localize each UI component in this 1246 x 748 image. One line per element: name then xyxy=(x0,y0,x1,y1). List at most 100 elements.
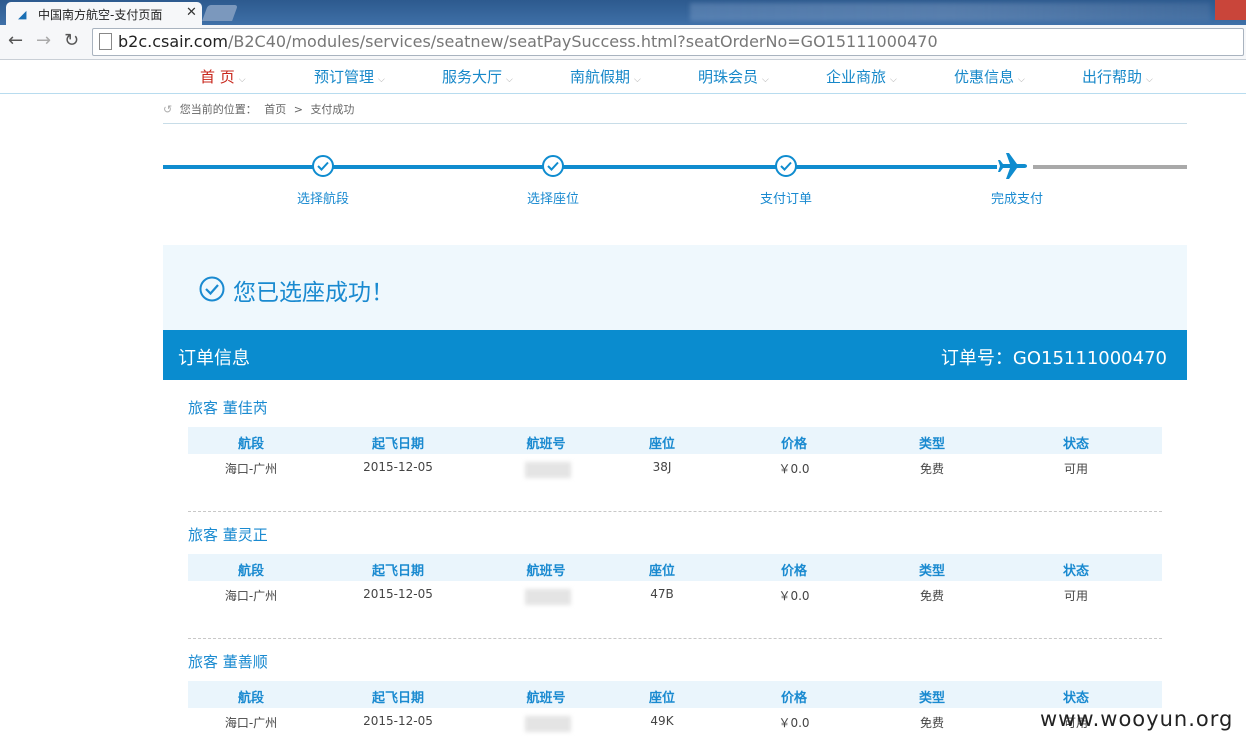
nav-item-business-travel[interactable]: 企业商旅 ⌵ xyxy=(826,66,897,87)
cell-status: 可用 xyxy=(1063,462,1088,476)
redacted-flight-number xyxy=(525,589,571,605)
reload-icon[interactable]: ↻ xyxy=(64,30,79,52)
success-banner: 您已选座成功！ xyxy=(163,245,1187,330)
nav-item-pearl-member[interactable]: 明珠会员 ⌵ xyxy=(698,66,769,87)
chevron-down-icon: ⌵ xyxy=(506,75,513,85)
header-segment: 航段 xyxy=(237,564,264,579)
breadcrumb: ↺ 您当前的位置： 首页 > 支付成功 xyxy=(163,101,1187,124)
header-status: 状态 xyxy=(1062,437,1089,452)
cell-price: ￥0.0 xyxy=(778,716,810,730)
header-price: 价格 xyxy=(780,437,807,452)
step-check-icon xyxy=(775,155,797,177)
forward-arrow-icon[interactable]: → xyxy=(36,30,51,52)
cell-segment: 海口-广州 xyxy=(224,589,278,603)
step-label-pay-order: 支付订单 xyxy=(759,192,812,207)
passenger-name: 旅客 董佳芮 xyxy=(188,399,268,417)
step-label-select-segment: 选择航段 xyxy=(296,192,349,207)
step-label-select-seat: 选择座位 xyxy=(526,192,579,207)
chevron-down-icon: ⌵ xyxy=(634,75,641,85)
airplane-icon xyxy=(998,153,1027,179)
watermark: www.wooyun.org xyxy=(1040,707,1234,731)
header-seat: 座位 xyxy=(648,437,675,452)
header-flight-no: 航班号 xyxy=(526,437,566,452)
redacted-flight-number xyxy=(525,716,571,732)
chevron-down-icon: ⌵ xyxy=(378,75,385,85)
table-row: 海口-广州 2015-12-05 49K ￥0.0 免费 可用 xyxy=(188,708,1162,736)
progress-line-remaining xyxy=(1033,165,1187,169)
cell-seat: 49K xyxy=(650,714,674,728)
window-close-button[interactable] xyxy=(1215,0,1246,20)
cell-price: ￥0.0 xyxy=(778,589,810,603)
breadcrumb-home-link[interactable]: 首页 xyxy=(264,103,286,116)
header-type: 类型 xyxy=(918,691,945,706)
header-status: 状态 xyxy=(1062,691,1089,706)
nav-item-booking-management[interactable]: 预订管理 ⌵ xyxy=(314,66,385,87)
dashed-divider xyxy=(188,511,1162,512)
header-flight-no: 航班号 xyxy=(526,691,566,706)
address-bar[interactable]: b2c.csair.com/B2C40/modules/services/sea… xyxy=(92,28,1244,56)
nav-item-holidays[interactable]: 南航假期 ⌵ xyxy=(570,66,641,87)
header-departure-date: 起飞日期 xyxy=(371,564,424,579)
redacted-flight-number xyxy=(525,462,571,478)
header-type: 类型 xyxy=(918,564,945,579)
dashed-divider xyxy=(188,638,1162,639)
cell-date: 2015-12-05 xyxy=(363,460,433,474)
table-row: 海口-广州 2015-12-05 47B ￥0.0 免费 可用 xyxy=(188,581,1162,609)
success-check-icon xyxy=(199,276,225,302)
step-label-complete-payment: 完成支付 xyxy=(990,192,1043,207)
browser-tab-bar: ◢ 中国南方航空-支付页面 ✕ xyxy=(0,0,1246,25)
cell-price: ￥0.0 xyxy=(778,462,810,476)
cell-date: 2015-12-05 xyxy=(363,714,433,728)
header-price: 价格 xyxy=(780,564,807,579)
tab-title: 中国南方航空-支付页面 xyxy=(38,8,163,22)
table-row: 海口-广州 2015-12-05 38J ￥0.0 免费 可用 xyxy=(188,454,1162,482)
new-tab-button[interactable] xyxy=(202,5,238,21)
chevron-down-icon: ⌵ xyxy=(1146,75,1153,85)
nav-item-travel-help[interactable]: 出行帮助 ⌵ xyxy=(1082,66,1153,87)
header-segment: 航段 xyxy=(237,691,264,706)
chevron-down-icon: ⌵ xyxy=(1018,75,1025,85)
site-nav: 首 页 ⌵ 预订管理 ⌵ 服务大厅 ⌵ 南航假期 ⌵ 明珠会员 ⌵ 企业商旅 ⌵ 优惠信息 ⌵… xyxy=(0,60,1246,94)
breadcrumb-prefix: 您当前的位置： xyxy=(179,103,257,116)
address-toolbar: ← → ↻ b2c.csair.com/B2C40/modules/servic… xyxy=(0,25,1246,60)
header-departure-date: 起飞日期 xyxy=(371,691,424,706)
step-check-icon xyxy=(542,155,564,177)
nav-item-service-hall[interactable]: 服务大厅 ⌵ xyxy=(442,66,513,87)
chevron-down-icon: ⌵ xyxy=(762,75,769,85)
airline-favicon-icon: ◢ xyxy=(18,8,27,21)
browser-tab[interactable]: ◢ 中国南方航空-支付页面 ✕ xyxy=(6,2,202,25)
cell-type: 免费 xyxy=(919,462,944,476)
header-seat: 座位 xyxy=(648,691,675,706)
header-type: 类型 xyxy=(918,437,945,452)
header-status: 状态 xyxy=(1062,564,1089,579)
back-arrow-icon[interactable]: ← xyxy=(8,30,23,52)
breadcrumb-current: 支付成功 xyxy=(310,103,355,116)
order-number: 订单号：GO15111000470 xyxy=(940,348,1167,369)
passenger-name: 旅客 董灵正 xyxy=(188,526,268,544)
breadcrumb-separator: > xyxy=(293,103,303,116)
page-icon xyxy=(99,33,112,50)
blurred-region xyxy=(690,3,1210,21)
step-check-icon xyxy=(312,155,334,177)
header-price: 价格 xyxy=(780,691,807,706)
chevron-down-icon: ⌵ xyxy=(890,75,897,85)
cell-seat: 47B xyxy=(650,587,674,601)
header-segment: 航段 xyxy=(237,437,264,452)
cell-date: 2015-12-05 xyxy=(363,587,433,601)
table-header-row: 航段 起飞日期 航班号 座位 价格 类型 状态 xyxy=(188,681,1162,708)
cell-type: 免费 xyxy=(919,716,944,730)
nav-item-promotions[interactable]: 优惠信息 ⌵ xyxy=(954,66,1025,87)
cell-status: 可用 xyxy=(1063,589,1088,603)
location-icon: ↺ xyxy=(163,103,173,116)
table-header-row: 航段 起飞日期 航班号 座位 价格 类型 状态 xyxy=(188,554,1162,581)
order-info-title: 订单信息 xyxy=(178,348,250,369)
table-header-row: 航段 起飞日期 航班号 座位 价格 类型 状态 xyxy=(188,427,1162,454)
header-flight-no: 航班号 xyxy=(526,564,566,579)
tab-close-icon[interactable]: ✕ xyxy=(186,5,197,20)
nav-item-home[interactable]: 首 页 ⌵ xyxy=(200,66,246,87)
cell-type: 免费 xyxy=(919,589,944,603)
cell-segment: 海口-广州 xyxy=(224,462,278,476)
url-text[interactable]: b2c.csair.com/B2C40/modules/services/sea… xyxy=(118,32,938,51)
chevron-down-icon: ⌵ xyxy=(238,75,246,85)
header-departure-date: 起飞日期 xyxy=(371,437,424,452)
